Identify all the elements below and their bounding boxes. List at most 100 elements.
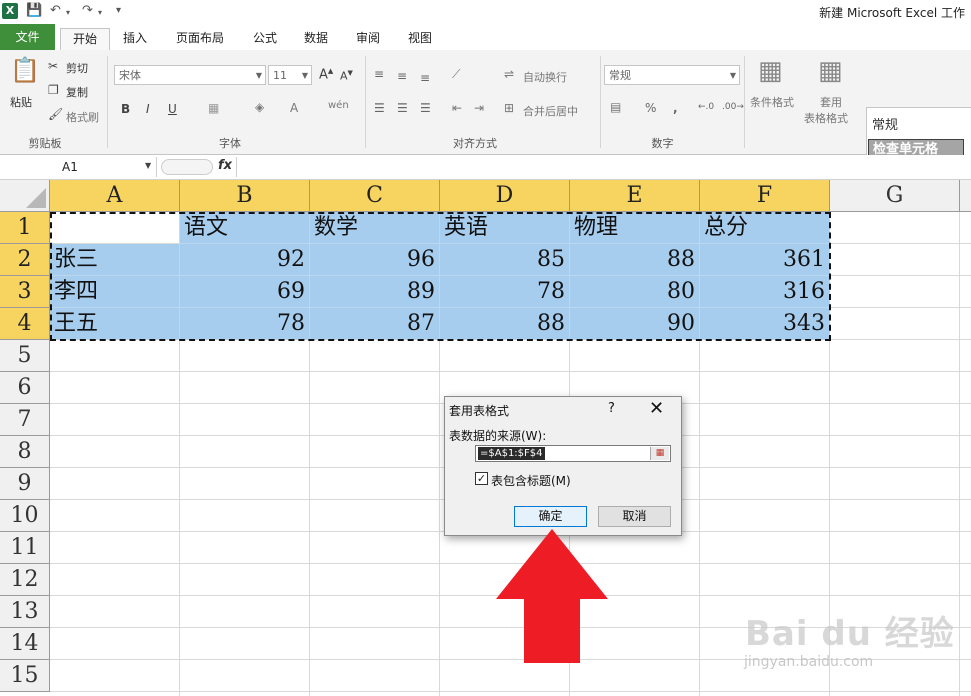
format-as-table-line1[interactable]: 套用 [820,94,842,110]
format-as-table-line2[interactable]: 表格格式 [804,110,848,126]
redo-icon[interactable]: ↷ [82,3,93,18]
empty-cells[interactable] [830,212,971,340]
align-middle-icon[interactable]: ≡ [397,69,407,83]
row-header[interactable]: 7 [0,404,50,436]
align-center-icon[interactable]: ☰ [397,101,408,115]
column-header[interactable]: E [570,180,700,212]
tab-view[interactable]: 视图 [400,28,440,50]
decrease-indent-icon[interactable]: ⇤ [452,101,462,115]
fill-color-icon[interactable]: ◈ [255,100,264,114]
align-left-icon[interactable]: ☰ [374,101,385,115]
column-header[interactable]: A [50,180,180,212]
row-header[interactable]: 15 [0,660,50,692]
select-all-button[interactable] [0,180,50,212]
undo-icon[interactable]: ↶ [50,3,61,18]
phonetic-icon[interactable]: wén [328,100,349,111]
ribbon: 📋 粘贴 ✂ 剪切 ❐ 复制 🖌 格式刷 剪贴板 宋体 ▼ 11 ▼ A▲ A▼ B… [0,50,971,165]
has-headers-checkbox[interactable]: ✓ [475,472,488,485]
format-painter-button[interactable]: 格式刷 [66,109,99,125]
formula-bar: A1 ▼ fx [0,155,971,180]
merge-center-icon[interactable]: ⊞ [504,101,514,115]
tab-review[interactable]: 审阅 [348,28,388,50]
percent-icon[interactable]: % [645,101,656,115]
font-size-select[interactable]: 11 ▼ [268,65,312,85]
row-header[interactable]: 9 [0,468,50,500]
align-bottom-icon[interactable]: ≡ [420,71,430,85]
close-icon[interactable]: ✕ [649,398,664,419]
customize-toolbar-icon[interactable]: ▾ [116,5,121,16]
has-headers-label[interactable]: 表包含标题(M) [491,472,571,489]
formula-input[interactable] [240,157,968,177]
row-header[interactable]: 1 [0,212,50,244]
format-as-table-icon[interactable]: ▦ [818,56,843,86]
conditional-format-icon[interactable]: ▦ [758,56,783,86]
column-header[interactable]: C [310,180,440,212]
separator [600,56,601,148]
font-name-value: 宋体 [119,69,141,82]
row-header[interactable]: 2 [0,244,50,276]
increase-decimal-icon[interactable]: ←.0 [698,102,714,112]
wrap-text-button[interactable]: 自动换行 [523,69,567,85]
help-button[interactable]: ? [608,401,615,416]
chevron-down-icon[interactable]: ▼ [145,161,151,170]
paste-icon[interactable]: 📋 [10,56,40,84]
name-box[interactable]: A1 [0,157,157,177]
cancel-button[interactable]: 取消 [598,506,671,527]
increase-indent-icon[interactable]: ⇥ [474,101,484,115]
source-range-input[interactable]: =$A$1:$F$4 ▦ [475,445,671,462]
row-header[interactable]: 10 [0,500,50,532]
tab-file[interactable]: 文件 [0,24,55,50]
row-header[interactable]: 8 [0,436,50,468]
tab-data[interactable]: 数据 [296,28,336,50]
row-header[interactable]: 4 [0,308,50,340]
conditional-format-button[interactable]: 条件格式 [750,94,794,110]
undo-dropdown-icon[interactable]: ▾ [66,8,70,17]
underline-icon[interactable]: U [168,102,177,116]
copy-button[interactable]: 复制 [66,84,88,100]
currency-icon[interactable]: ▤ [610,100,621,114]
decrease-font-icon[interactable]: A▼ [340,69,353,83]
row-header[interactable]: 5 [0,340,50,372]
column-header[interactable] [960,180,971,212]
align-right-icon[interactable]: ☰ [420,101,431,115]
insert-function-icon[interactable]: fx [218,158,232,173]
paste-button[interactable]: 粘贴 [10,94,32,110]
row-header[interactable]: 13 [0,596,50,628]
decrease-decimal-icon[interactable]: .00→ [722,102,744,112]
row-header[interactable]: 14 [0,628,50,660]
cut-icon[interactable]: ✂ [48,59,58,73]
row-header[interactable]: 6 [0,372,50,404]
merge-center-button[interactable]: 合并后居中 [523,103,578,119]
tab-home[interactable]: 开始 [60,28,110,52]
ok-button[interactable]: 确定 [514,506,587,527]
formula-bar-resize-handle[interactable] [161,159,213,175]
row-header[interactable]: 12 [0,564,50,596]
wrap-text-icon[interactable]: ⇌ [504,67,514,81]
tab-formulas[interactable]: 公式 [245,28,285,50]
cut-button[interactable]: 剪切 [66,60,88,76]
collapse-dialog-icon[interactable]: ▦ [650,447,669,460]
style-normal[interactable]: 常规 [872,114,898,133]
font-name-select[interactable]: 宋体 ▼ [114,65,266,85]
increase-font-icon[interactable]: A▲ [319,67,333,82]
tab-insert[interactable]: 插入 [115,28,155,50]
number-format-select[interactable]: 常规 ▼ [604,65,740,85]
comma-icon[interactable]: , [673,101,678,115]
column-header[interactable]: D [440,180,570,212]
bold-icon[interactable]: B [121,102,130,116]
tab-page-layout[interactable]: 页面布局 [168,28,232,50]
row-header[interactable]: 3 [0,276,50,308]
save-icon[interactable]: 💾 [26,3,42,18]
redo-dropdown-icon[interactable]: ▾ [98,8,102,17]
row-header[interactable]: 11 [0,532,50,564]
column-header[interactable]: G [830,180,960,212]
column-header[interactable]: B [180,180,310,212]
italic-icon[interactable]: I [146,102,150,116]
borders-icon[interactable]: ▦ [208,101,219,115]
copy-icon[interactable]: ❐ [48,83,59,97]
column-header[interactable]: F [700,180,830,212]
text-orientation-icon[interactable]: ⟋ [452,67,460,82]
format-painter-icon[interactable]: 🖌 [48,107,63,121]
align-top-icon[interactable]: ≡ [374,67,384,81]
font-color-icon[interactable]: A [290,101,298,115]
